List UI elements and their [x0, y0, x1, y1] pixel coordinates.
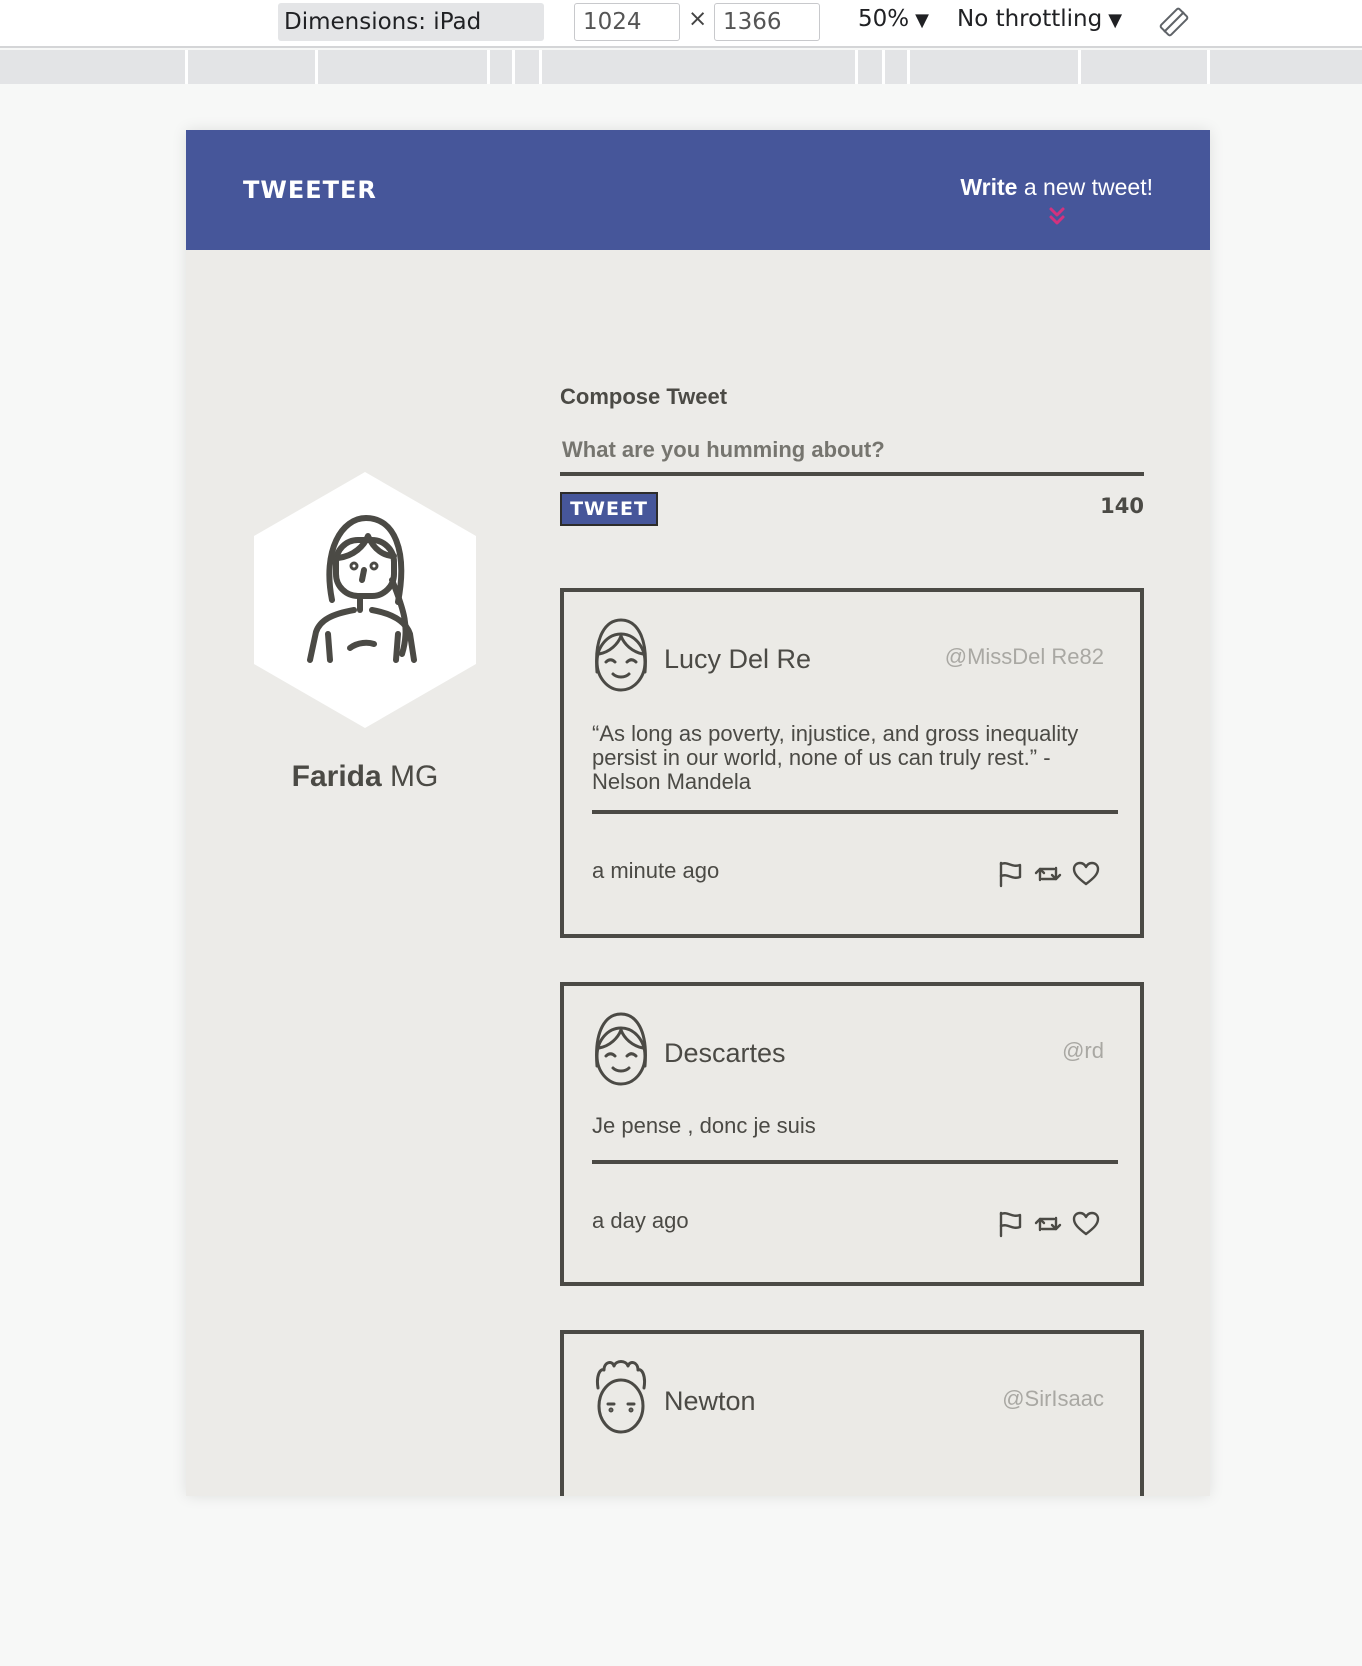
tweet-actions [996, 860, 1104, 888]
write-rest: a new tweet! [1017, 174, 1153, 200]
profile-name: Farida MG [254, 760, 476, 794]
zoom-caret-icon: ▼ [915, 10, 929, 31]
tweet-author-handle: @MissDel Re82 [944, 644, 1104, 669]
retweet-icon[interactable] [1034, 860, 1062, 888]
tweet-text: “As long as poverty, injustice, and gros… [592, 721, 1079, 794]
compose-tweet: Compose Tweet TWEET 140 [560, 384, 1144, 526]
media-query-bar [0, 50, 1362, 84]
rotate-icon[interactable] [1158, 6, 1190, 38]
profile-last-name: MG [381, 760, 439, 793]
zoom-dropdown[interactable]: 50% ▼ [858, 6, 929, 32]
ruler-tick [882, 50, 885, 84]
top-nav: TWEETER Write a new tweet! [186, 130, 1210, 250]
dimension-separator: × [688, 6, 708, 32]
ruler-tick [315, 50, 318, 84]
tweet-avatar-icon [592, 616, 650, 694]
throttle-dropdown[interactable]: No throttling ▼ [957, 6, 1122, 32]
flag-icon[interactable] [996, 860, 1024, 888]
height-input[interactable]: 1366 [714, 3, 820, 41]
devtools-toolbar: Dimensions: iPad Pro▼ 1024 × 1366 50%▼ N… [0, 0, 1362, 73]
zoom-label: 50% [858, 6, 910, 32]
ruler-tick [1207, 50, 1210, 84]
tweet-card: Lucy Del Re @MissDel Re82 “As long as po… [560, 588, 1144, 938]
ruler-tick [512, 50, 515, 84]
tweet-divider [592, 810, 1118, 814]
tweet-card: Descartes @rd Je pense , donc je suis a … [560, 982, 1144, 1286]
double-chevron-down-icon [1047, 205, 1067, 225]
tweet-author-handle: @SirIsaac [1002, 1386, 1104, 1411]
tweet-button[interactable]: TWEET [560, 492, 658, 526]
tweet-actions [996, 1210, 1104, 1238]
ruler-tick [1078, 50, 1081, 84]
ruler-tick [907, 50, 910, 84]
profile-avatar [254, 472, 476, 728]
brand-logo[interactable]: TWEETER [243, 176, 377, 204]
throttle-caret-icon: ▼ [1108, 10, 1123, 31]
write-bold: Write [960, 174, 1018, 200]
width-input[interactable]: 1024 [574, 3, 680, 41]
device-viewport: TWEETER Write a new tweet! Farida MG Com… [186, 130, 1210, 1496]
tweet-timestamp: a day ago [592, 1208, 689, 1233]
tweet-avatar-icon [592, 1358, 650, 1436]
heart-icon[interactable] [1072, 860, 1100, 888]
tweet-text: Je pense , donc je suis [592, 1113, 816, 1138]
write-tweet-toggle[interactable]: Write a new tweet! [960, 174, 1153, 225]
character-counter: 140 [1100, 494, 1144, 518]
ruler-tick [539, 50, 542, 84]
flag-icon[interactable] [996, 1210, 1024, 1238]
profile-first-name: Farida [291, 760, 382, 793]
tweet-divider [592, 1160, 1118, 1164]
tweet-avatar-icon [592, 1010, 650, 1088]
tweet-author-name: Newton [664, 1386, 756, 1416]
retweet-icon[interactable] [1034, 1210, 1062, 1238]
tweet-text-input[interactable] [560, 428, 1144, 476]
tweet-author-name: Lucy Del Re [664, 644, 812, 674]
compose-title: Compose Tweet [560, 384, 728, 409]
tweet-timestamp: a minute ago [592, 858, 720, 883]
throttle-label: No throttling [957, 6, 1103, 32]
heart-icon[interactable] [1072, 1210, 1100, 1238]
device-dropdown[interactable]: Dimensions: iPad Pro▼ [278, 3, 544, 73]
ruler-tick [855, 50, 858, 84]
tweet-author-handle: @rd [1062, 1038, 1104, 1063]
tweet-card: Newton @SirIsaac [560, 1330, 1144, 1496]
tweet-author-name: Descartes [664, 1038, 786, 1068]
user-avatar-icon [307, 515, 417, 663]
ruler-tick [185, 50, 188, 84]
ruler-tick [487, 50, 490, 84]
